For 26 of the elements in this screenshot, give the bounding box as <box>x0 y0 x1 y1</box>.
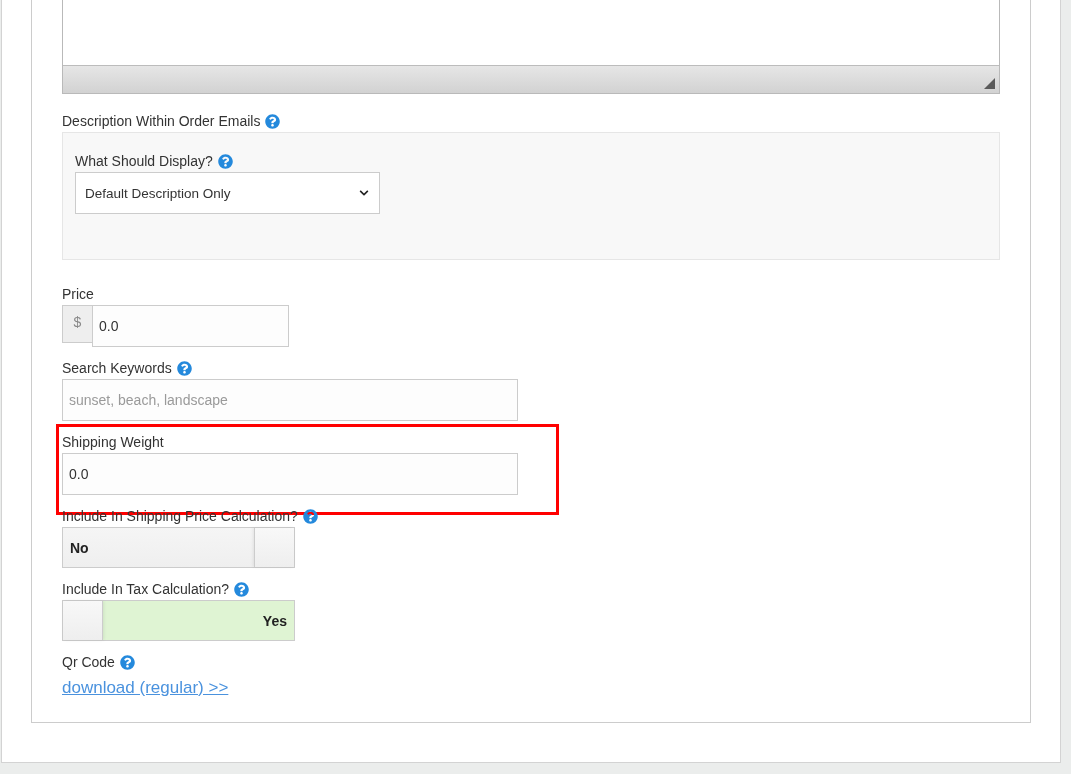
input-field[interactable]: sunset, beach, landscape <box>62 379 518 421</box>
toggle-handle[interactable] <box>254 528 294 567</box>
help-icon[interactable] <box>265 113 281 129</box>
toggle-state-text: Yes <box>261 611 288 631</box>
currency-prefix: $ <box>62 305 92 343</box>
toggle-handle[interactable] <box>63 601 103 640</box>
chevron-down-icon <box>359 188 369 198</box>
price-field[interactable]: 0.0 <box>92 305 289 347</box>
help-icon[interactable] <box>119 654 135 670</box>
toggle-switch[interactable]: No <box>62 527 295 568</box>
help-icon[interactable] <box>176 360 192 376</box>
field-label: Search Keywords <box>62 359 172 378</box>
toggle-state-text: No <box>69 538 90 558</box>
input-field[interactable]: 0.0 <box>62 453 518 495</box>
dropdown[interactable]: Default Description Only <box>75 172 380 214</box>
resize-grip-icon[interactable] <box>984 78 995 89</box>
field-label: Price <box>62 285 94 304</box>
field-label: What Should Display? <box>75 152 213 171</box>
toggle-switch[interactable]: Yes <box>62 600 295 641</box>
help-icon[interactable] <box>217 153 233 169</box>
field-label: Description Within Order Emails <box>62 112 261 131</box>
field-label: Shipping Weight <box>62 433 164 452</box>
field-label: Qr Code <box>62 653 115 672</box>
field-label: Include In Tax Calculation? <box>62 580 230 599</box>
help-icon[interactable] <box>234 581 250 597</box>
help-icon[interactable] <box>302 508 318 524</box>
